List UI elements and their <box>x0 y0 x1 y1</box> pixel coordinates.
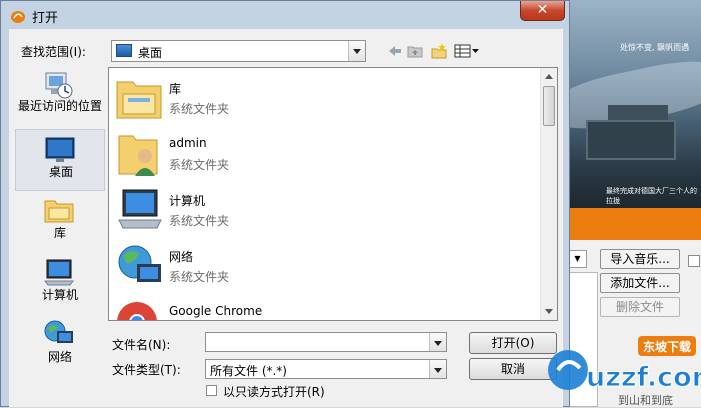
list-item[interactable]: 计算机 系统文件夹 <box>115 186 535 242</box>
import-music-button[interactable]: 导入音乐... <box>600 249 680 269</box>
recent-places-icon <box>45 72 73 99</box>
place-libraries[interactable]: 库 <box>15 191 105 253</box>
place-label: 网络 <box>47 350 72 364</box>
delete-file-button[interactable]: 删除文件 <box>600 297 680 317</box>
up-folder-icon[interactable] <box>407 43 423 59</box>
desktop-icon <box>116 44 132 57</box>
look-in-label: 查找范围(I): <box>21 45 86 59</box>
file-name-input[interactable] <box>205 332 447 352</box>
file-list[interactable]: 库 系统文件夹 admin 系统文件夹 计算机 系统文件夹 网络 系统文件夹 G… <box>108 67 558 321</box>
banner-caption: 处惊不变, 飘帆而遇 <box>620 43 690 52</box>
place-label: 最近访问的位置 <box>17 99 102 113</box>
add-file-button[interactable]: 添加文件... <box>600 273 680 293</box>
place-recent[interactable]: 最近访问的位置 <box>15 67 105 129</box>
user-folder-icon <box>118 135 158 176</box>
file-type: 系统文件夹 <box>169 158 230 172</box>
dialog-titlebar[interactable]: 打开 ✕ <box>1 1 571 29</box>
readonly-label: 以只读方式打开(R) <box>223 385 325 399</box>
computer-icon <box>44 259 74 286</box>
file-type: 系统文件夹 <box>169 102 230 116</box>
scroll-up-icon[interactable] <box>541 68 557 85</box>
file-name: Google Chrome <box>169 304 263 318</box>
network-icon <box>118 245 161 282</box>
watermark-badge: 东坡下载 <box>643 339 691 354</box>
list-item[interactable]: 网络 系统文件夹 <box>115 242 535 298</box>
cancel-button[interactable]: 取消 <box>469 358 557 380</box>
place-network[interactable]: 网络 <box>15 315 105 377</box>
look-in-value: 桌面 <box>138 46 163 60</box>
file-name: 计算机 <box>169 194 206 208</box>
back-arrow-icon[interactable] <box>388 43 402 59</box>
file-type: 系统文件夹 <box>169 270 230 284</box>
file-type-value: 所有文件 (*.*) <box>210 364 287 378</box>
scroll-down-icon[interactable] <box>541 303 557 320</box>
background-orange-bar <box>568 208 701 240</box>
file-name: 库 <box>169 82 182 96</box>
chrome-icon <box>117 302 157 320</box>
file-type-select[interactable]: 所有文件 (*.*) <box>205 359 447 379</box>
scroll-thumb[interactable] <box>543 86 555 126</box>
place-label: 计算机 <box>41 288 78 302</box>
vertical-scrollbar[interactable] <box>540 68 557 320</box>
list-item[interactable]: admin 系统文件夹 <box>115 130 535 186</box>
readonly-checkbox[interactable] <box>206 385 217 396</box>
look-in-combobox[interactable]: 桌面 <box>111 40 366 62</box>
banner-subcaption: 最终完成对德国大厂三个人的拉拢 <box>606 187 697 205</box>
view-menu-icon[interactable] <box>454 43 480 59</box>
place-label: 桌面 <box>48 165 73 179</box>
close-button[interactable]: ✕ <box>520 1 565 21</box>
background-checkbox[interactable] <box>688 255 700 267</box>
banner-footer: 到山和到底 <box>618 394 673 407</box>
file-name: 网络 <box>169 250 194 264</box>
place-label: 库 <box>53 226 66 240</box>
app-logo-icon <box>11 11 25 23</box>
file-type: 系统文件夹 <box>169 214 230 228</box>
open-button[interactable]: 打开(O) <box>469 332 557 354</box>
file-name-label: 文件名(N): <box>112 338 171 352</box>
new-folder-icon[interactable] <box>431 43 447 59</box>
chevron-down-icon[interactable] <box>429 333 446 351</box>
libraries-icon <box>116 81 162 119</box>
chevron-down-icon[interactable] <box>429 360 446 378</box>
background-combo[interactable]: ▼ <box>568 250 587 268</box>
close-icon: ✕ <box>536 2 549 18</box>
chevron-down-icon[interactable] <box>348 41 365 61</box>
open-file-dialog: 打开 ✕ 查找范围(I): 桌面 最近访问的位置 桌面 库 计算机 网络 库 系… <box>0 0 570 407</box>
network-icon <box>44 320 73 343</box>
file-name: admin <box>169 136 207 150</box>
places-bar: 最近访问的位置 桌面 库 计算机 网络 <box>15 67 105 399</box>
list-item[interactable]: Google Chrome <box>115 298 535 320</box>
place-desktop[interactable]: 桌面 <box>15 129 105 191</box>
background-banner-image: 处惊不变, 飘帆而遇 最终完成对德国大厂三个人的拉拢 <box>568 0 701 210</box>
place-computer[interactable]: 计算机 <box>15 253 105 315</box>
libraries-icon <box>44 200 74 223</box>
computer-icon <box>118 189 162 229</box>
watermark-text: uzzf.com <box>586 362 701 393</box>
list-item[interactable]: 库 系统文件夹 <box>115 74 535 130</box>
dialog-title: 打开 <box>32 11 59 26</box>
desktop-icon <box>45 137 75 162</box>
file-type-label: 文件类型(T): <box>112 363 181 377</box>
